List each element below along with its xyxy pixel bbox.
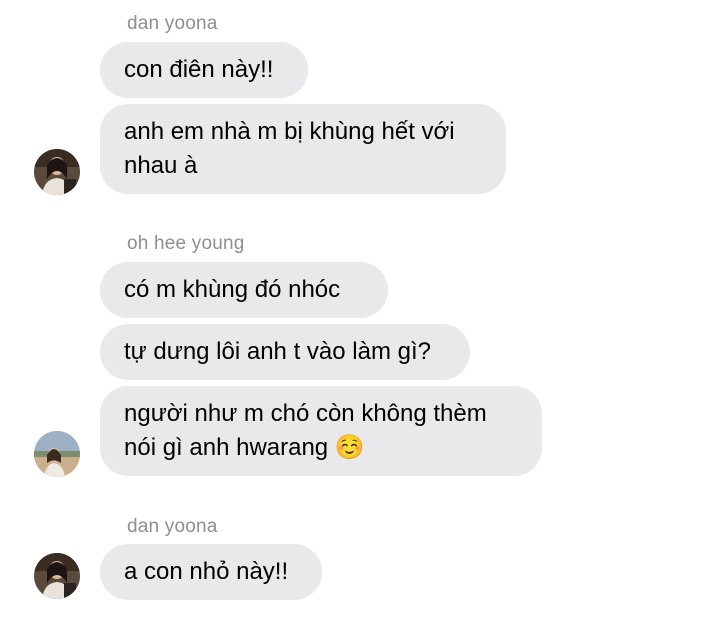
sender-name-dan-yoona: dan yoona <box>127 13 218 34</box>
message-text: a con nhỏ này!! <box>124 558 289 585</box>
message-text: có m khùng đó nhóc <box>124 276 341 303</box>
user-avatar-icon <box>34 149 80 195</box>
sender-name-dan-yoona: dan yoona <box>127 516 218 537</box>
message-bubble[interactable]: tự dưng lôi anh t vào làm gì? <box>100 324 470 380</box>
message-text: anh em nhà m bị khùng hết với nhau à <box>124 118 455 179</box>
smiling-face-emoji-icon: ☺️ <box>334 434 365 461</box>
user-avatar-icon <box>34 553 80 599</box>
message-bubble[interactable]: a con nhỏ này!! <box>100 544 322 600</box>
message-bubble[interactable]: con điên này!! <box>100 42 308 98</box>
message-bubble[interactable]: người như m chó còn không thèm nói gì an… <box>100 386 542 476</box>
message-text: tự dưng lôi anh t vào làm gì? <box>124 338 431 365</box>
message-bubble[interactable]: có m khùng đó nhóc <box>100 262 388 318</box>
avatar-dan-yoona[interactable] <box>34 149 80 195</box>
message-text-wrapper: người như m chó còn không thèm nói gì an… <box>124 397 487 465</box>
message-text: người như m chó còn không thèm nói gì an… <box>124 400 487 461</box>
avatar-dan-yoona[interactable] <box>34 553 80 599</box>
avatar-oh-hee-young[interactable] <box>34 431 80 477</box>
user-avatar-icon <box>34 431 80 477</box>
sender-name-oh-hee-young: oh hee young <box>127 233 245 254</box>
message-bubble[interactable]: anh em nhà m bị khùng hết với nhau à <box>100 104 506 194</box>
message-text: con điên này!! <box>124 56 274 83</box>
